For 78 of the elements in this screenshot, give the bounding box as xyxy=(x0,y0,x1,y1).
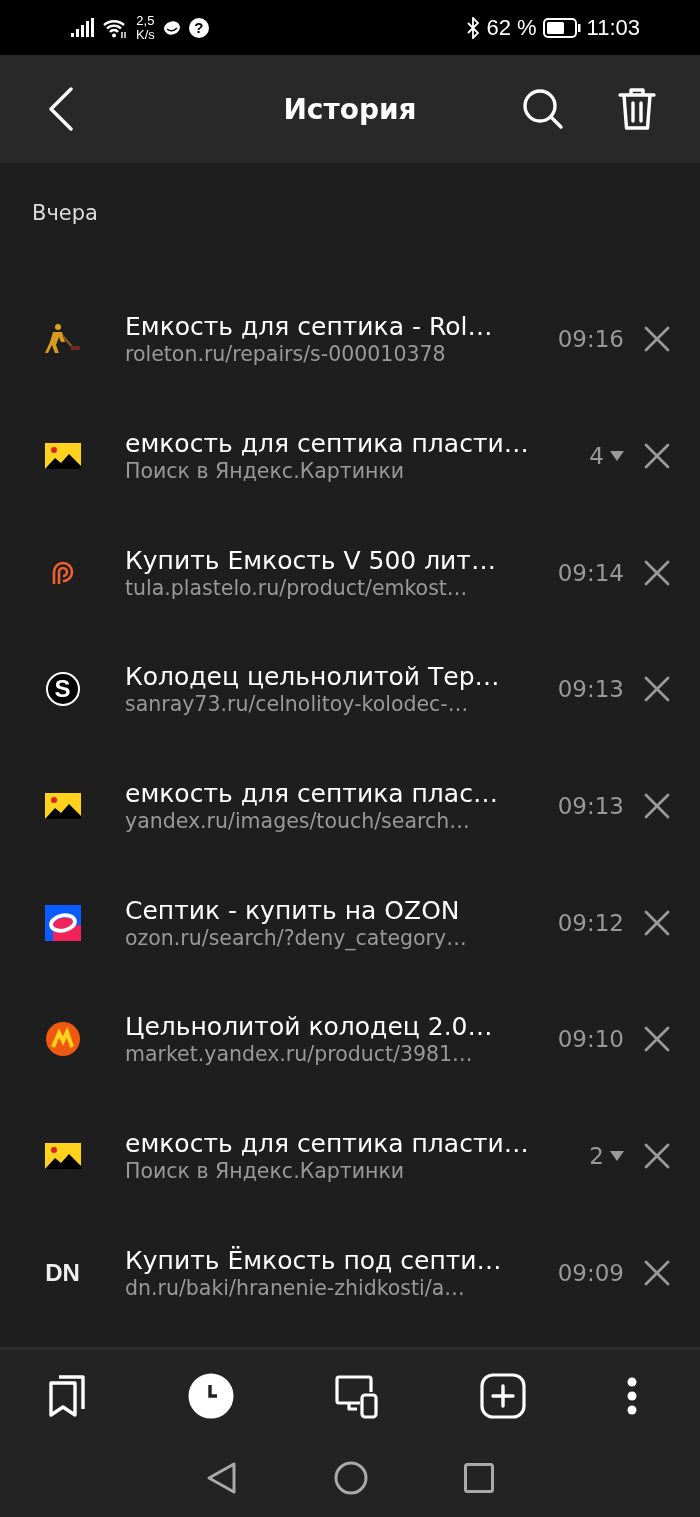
battery-icon xyxy=(542,17,581,38)
network-speed: 2,5 xyxy=(136,13,155,28)
home-nav-icon[interactable] xyxy=(334,1461,368,1495)
logo-icon xyxy=(44,1021,81,1058)
page-title-text: Колодец цельнолитой Тер… xyxy=(125,662,501,692)
visit-count[interactable]: 2 xyxy=(589,1143,624,1170)
history-item[interactable]: Купить Емкость V 500 лит… tula.plastelo.ru/product/emkost… 09:14 xyxy=(0,514,700,632)
caret-icon xyxy=(610,451,624,462)
notification-icon xyxy=(162,19,181,36)
site-logo: S xyxy=(45,672,80,707)
worker-icon xyxy=(44,324,81,355)
visit-time: 09:10 xyxy=(557,1026,624,1053)
logo-icon xyxy=(44,904,81,941)
close-button[interactable] xyxy=(644,559,670,586)
history-item[interactable]: Септик - купить на OZON ozon.ru/search/?deny_category… 09:12 xyxy=(0,864,700,982)
close-button[interactable] xyxy=(644,326,670,353)
history-item[interactable]: емкость для септика плас… yandex.ru/images/touch/search… 09:13 xyxy=(0,747,700,865)
search-button[interactable] xyxy=(522,88,564,130)
history-item[interactable]: емкость для септика пласти… Поиск в Яндекс.Картинки 2 xyxy=(0,1097,700,1215)
close-button[interactable] xyxy=(644,443,670,470)
more-icon[interactable] xyxy=(626,1376,638,1416)
page-title-text: емкость для септика пласти… xyxy=(125,1129,530,1159)
page-title-text: Купить Емкость V 500 лит… xyxy=(125,545,497,575)
page-url: Поиск в Яндекс.Картинки xyxy=(125,1159,406,1184)
page-url: dn.ru/baki/hranenie-zhidkosti/a… xyxy=(125,1275,466,1300)
page-url: Поиск в Яндекс.Картинки xyxy=(125,459,406,484)
close-button[interactable] xyxy=(644,1259,670,1286)
clock-icon[interactable] xyxy=(188,1373,234,1419)
visit-time: 09:14 xyxy=(557,559,624,586)
history-item[interactable]: S Колодец цельнолитой Тер… sanray73.ru/celnolitoy-kolodec-… 09:13 xyxy=(0,631,700,748)
page-url: ozon.ru/search/?deny_category… xyxy=(125,925,468,950)
recents-nav-icon[interactable] xyxy=(464,1463,494,1493)
history-item[interactable]: Цельнолитой колодец 2.0… market.yandex.ru/product/3981… 09:10 xyxy=(0,981,700,1098)
page-title-text: Купить Ёмкость под септи… xyxy=(125,1245,503,1275)
signal-icon xyxy=(70,17,94,38)
caret-icon xyxy=(610,1151,624,1162)
visit-time: 09:13 xyxy=(557,676,624,703)
delete-button[interactable] xyxy=(618,87,656,131)
page-title-text: емкость для септика плас… xyxy=(125,779,499,809)
close-button[interactable] xyxy=(644,676,670,703)
speed-unit: K/s xyxy=(136,27,155,42)
page-title-text: Септик - купить на OZON xyxy=(125,895,461,925)
image-icon xyxy=(44,443,81,470)
bookmarks-icon[interactable] xyxy=(48,1373,88,1419)
image-icon xyxy=(44,1143,81,1170)
close-button[interactable] xyxy=(644,1143,670,1170)
page-url: sanray73.ru/celnolitoy-kolodec-… xyxy=(125,692,470,717)
close-button[interactable] xyxy=(644,793,670,820)
page-title-text: Емкость для септика - Rol… xyxy=(125,312,494,342)
page-url: roleton.ru/repairs/s-000010378 xyxy=(125,342,447,367)
history-item[interactable]: Емкость для септика - Rol… roleton.ru/repairs/s-000010378 09:16 xyxy=(0,281,700,398)
visit-time: 09:09 xyxy=(557,1259,624,1286)
page-url: yandex.ru/images/touch/search… xyxy=(125,809,471,834)
image-icon xyxy=(44,793,81,820)
close-button[interactable] xyxy=(644,909,670,936)
history-item[interactable]: DN Купить Ёмкость под септи… dn.ru/baki/hranenie-zhidkosti/a… 09:09 xyxy=(0,1214,700,1332)
site-logo: DN xyxy=(45,1258,80,1287)
devices-icon[interactable] xyxy=(334,1373,380,1419)
help-icon: ? xyxy=(188,17,209,38)
battery-percent: 62 % xyxy=(486,14,537,41)
visit-time: 09:16 xyxy=(557,326,624,353)
page-title-text: Цельнолитой колодец 2.0… xyxy=(125,1012,494,1042)
visit-time: 09:12 xyxy=(557,909,624,936)
back-button[interactable] xyxy=(48,87,74,131)
add-tab-icon[interactable] xyxy=(480,1373,526,1419)
visit-count[interactable]: 4 xyxy=(589,443,624,470)
page-url: tula.plastelo.ru/product/emkost… xyxy=(125,575,469,600)
clock: 11:03 xyxy=(586,14,640,41)
page-url: market.yandex.ru/product/3981… xyxy=(125,1042,474,1067)
bluetooth-icon xyxy=(466,16,481,39)
back-nav-icon[interactable] xyxy=(206,1461,238,1495)
page-title-text: емкость для септика пласти… xyxy=(125,429,530,459)
close-button[interactable] xyxy=(644,1026,670,1053)
section-heading: Вчера xyxy=(31,200,99,227)
page-title: История xyxy=(282,92,418,126)
history-item[interactable]: емкость для септика пласти… Поиск в Яндекс.Картинки 4 xyxy=(0,397,700,515)
visit-time: 09:13 xyxy=(557,793,624,820)
wifi-icon xyxy=(102,17,128,38)
